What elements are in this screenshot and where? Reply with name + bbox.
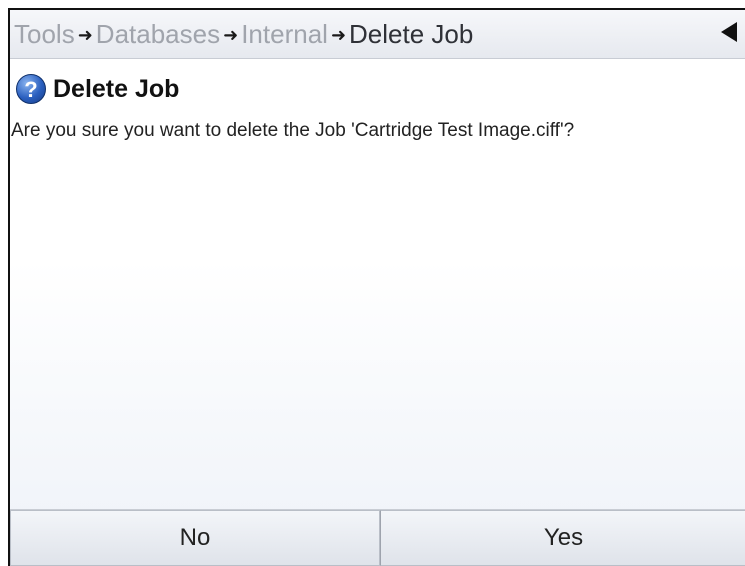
breadcrumb-item-internal[interactable]: Internal xyxy=(241,19,328,50)
yes-button[interactable]: Yes xyxy=(380,510,745,566)
right-arrow-icon: ➜ xyxy=(330,24,347,45)
confirmation-message: Are you sure you want to delete the Job … xyxy=(11,120,575,141)
breadcrumb-item-current: Delete Job xyxy=(349,18,474,49)
button-bar: No Yes xyxy=(10,509,745,566)
question-icon: ? xyxy=(16,74,46,104)
right-arrow-icon: ➜ xyxy=(77,24,93,45)
no-button[interactable]: No xyxy=(10,510,380,566)
back-arrow-icon[interactable] xyxy=(721,22,737,42)
dialog-window: Tools ➜ Databases ➜ Internal ➜ Delete Jo… xyxy=(8,8,745,566)
right-arrow-icon: ➜ xyxy=(223,24,239,45)
breadcrumb-item-databases[interactable]: Databases xyxy=(96,19,220,50)
dialog-title: Delete Job xyxy=(53,74,180,103)
dialog-heading: ? Delete Job xyxy=(16,74,179,104)
breadcrumb: Tools ➜ Databases ➜ Internal ➜ Delete Jo… xyxy=(10,10,745,59)
breadcrumb-item-tools[interactable]: Tools xyxy=(14,19,75,50)
